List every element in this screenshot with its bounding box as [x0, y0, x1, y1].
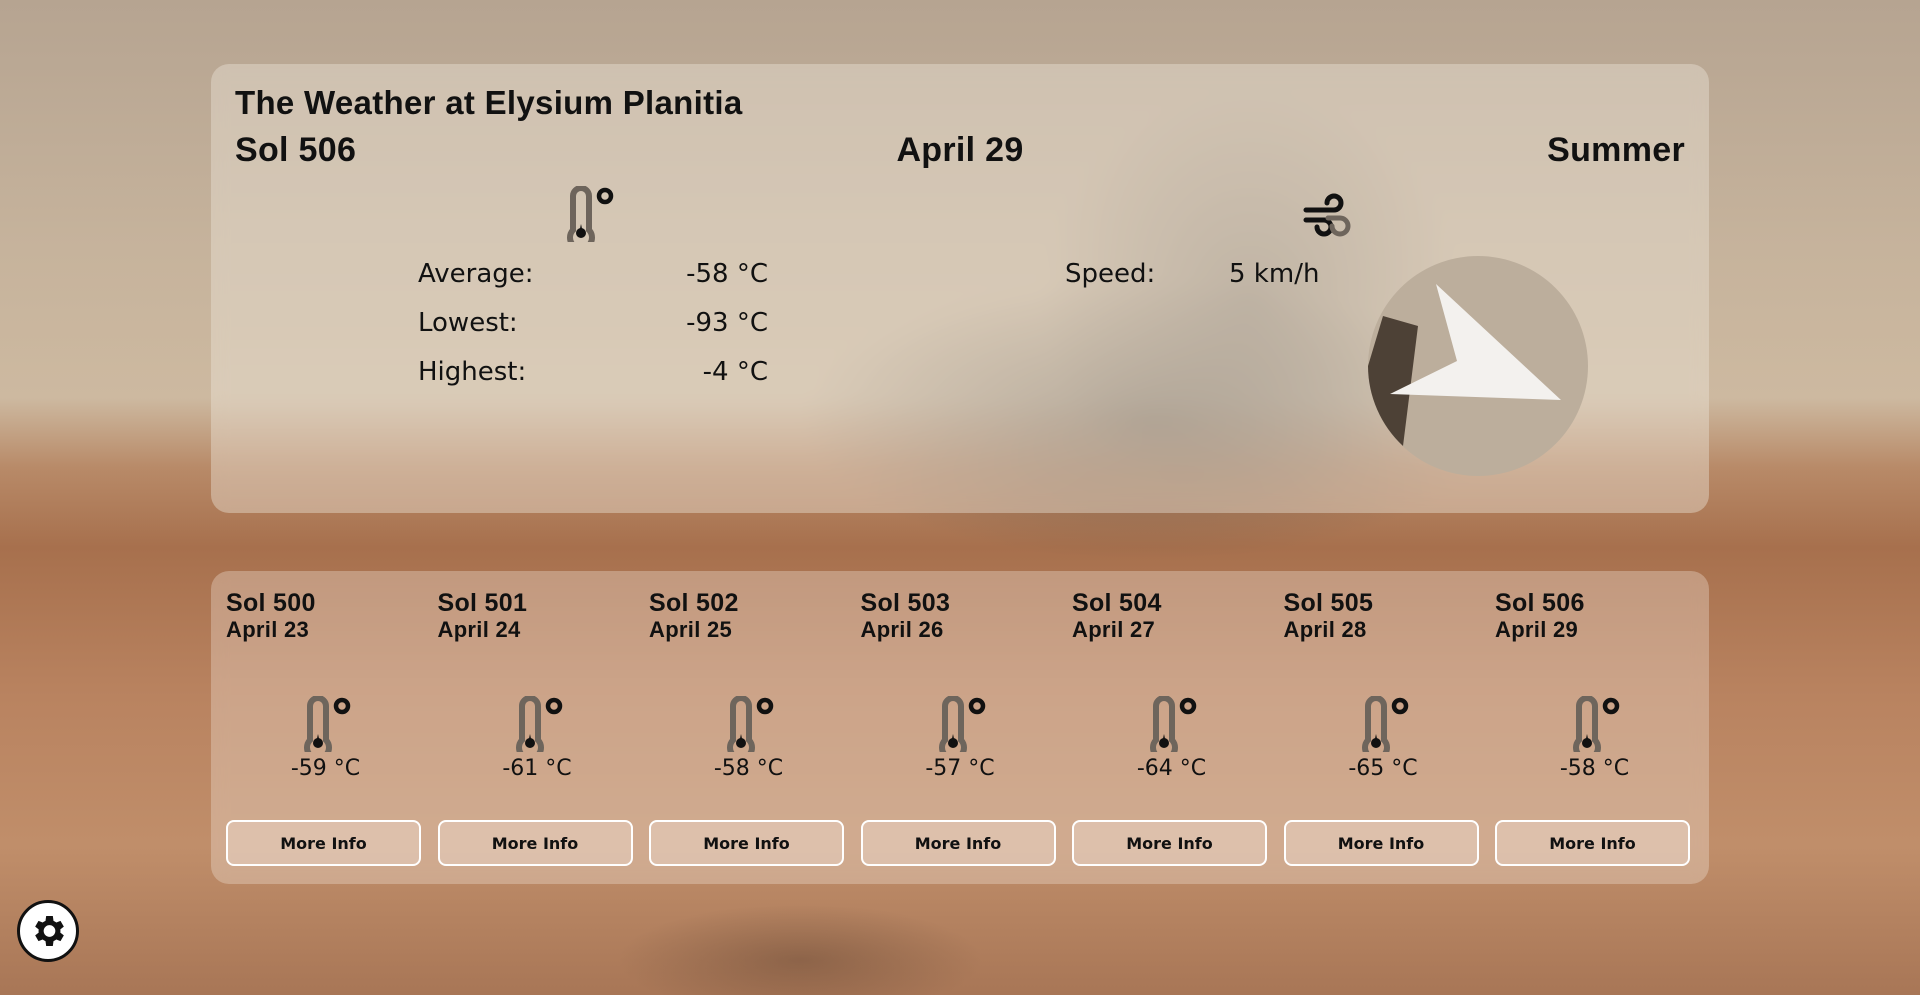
- history-date: April 25: [649, 617, 733, 642]
- more-info-button[interactable]: More Info: [860, 820, 1056, 866]
- history-sol: Sol 500: [226, 589, 316, 617]
- history-sol: Sol 501: [437, 589, 528, 617]
- history-temp: -58 °C: [1559, 756, 1630, 781]
- history-temp: -57 °C: [925, 756, 995, 781]
- history-date: April 29: [1495, 617, 1579, 642]
- history-column: Sol 505 April 28 -65 °C More Info: [1269, 571, 1479, 884]
- more-info-button[interactable]: More Info: [226, 820, 421, 866]
- history-column: Sol 501 April 24 -61 °C More Info: [423, 571, 633, 884]
- wind-speed-value: 5 km/h: [1229, 259, 1320, 289]
- settings-button[interactable]: [17, 900, 79, 962]
- more-info-button[interactable]: More Info: [1283, 820, 1479, 866]
- average-value: -58 °C: [686, 259, 768, 289]
- history-sol: Sol 502: [649, 589, 739, 617]
- history-temp: -64 °C: [1136, 756, 1207, 781]
- thermometer-icon: [1361, 696, 1408, 752]
- page-title: The Weather at Elysium Planitia: [235, 84, 743, 121]
- current-date: April 29: [896, 131, 1024, 169]
- history-date: April 26: [860, 617, 944, 642]
- highest-value: -4 °C: [702, 357, 768, 387]
- thermometer-icon: [304, 696, 351, 752]
- wind-icon: [1303, 193, 1351, 237]
- history-temp: -61 °C: [502, 756, 572, 781]
- more-info-button[interactable]: More Info: [649, 820, 844, 866]
- thermometer-icon: [1150, 696, 1197, 752]
- current-season: Summer: [1547, 131, 1685, 169]
- history-temp: -59 °C: [290, 756, 361, 781]
- history-sol: Sol 505: [1283, 589, 1374, 617]
- thermometer-icon: [1573, 696, 1620, 752]
- history-date: April 28: [1283, 617, 1367, 642]
- thermometer-icon: [938, 696, 985, 752]
- history-date: April 23: [226, 617, 310, 642]
- history-sol: Sol 506: [1495, 589, 1585, 617]
- history-temp: -65 °C: [1348, 756, 1418, 781]
- more-info-button[interactable]: More Info: [1495, 820, 1690, 866]
- gear-icon: [35, 916, 64, 946]
- thermometer-icon: [727, 696, 774, 752]
- history-date: April 27: [1072, 617, 1156, 642]
- more-info-button[interactable]: More Info: [437, 820, 633, 866]
- history-date: April 24: [437, 617, 521, 642]
- history-column: Sol 506 April 29 -58 °C More Info: [1480, 571, 1690, 884]
- history-column: Sol 500 April 23 -59 °C More Info: [211, 571, 421, 884]
- thermometer-icon: [515, 696, 562, 752]
- history-temp: -58 °C: [713, 756, 784, 781]
- more-info-button[interactable]: More Info: [1072, 820, 1267, 866]
- history-column: Sol 503 April 26 -57 °C More Info: [846, 571, 1056, 884]
- wind-direction-compass: [1368, 256, 1588, 476]
- thermometer-icon: [567, 186, 614, 242]
- history-sol: Sol 503: [860, 589, 951, 617]
- history-sol: Sol 504: [1072, 589, 1162, 617]
- history-column: Sol 502 April 25 -58 °C More Info: [634, 571, 844, 884]
- history-card: Sol 500 April 23 -59 °C More Info Sol 501…: [211, 571, 1709, 884]
- lowest-value: -93 °C: [686, 308, 768, 338]
- history-column: Sol 504 April 27 -64 °C More Info: [1057, 571, 1267, 884]
- wind-speed-label: Speed:: [1065, 259, 1156, 289]
